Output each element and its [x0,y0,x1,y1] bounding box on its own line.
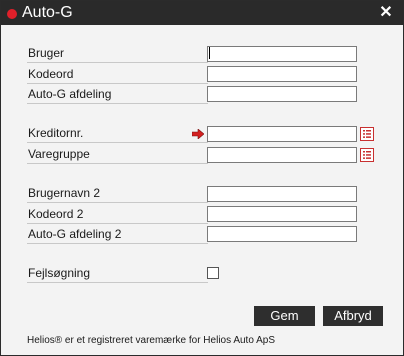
kodeord2-label: Kodeord 2 [27,206,208,224]
fejlsoegning-checkbox[interactable] [207,267,219,279]
save-button[interactable]: Gem [254,306,315,326]
varegruppe-label: Varegruppe [27,146,208,164]
brugernavn2-field[interactable] [207,186,357,202]
varegruppe-field[interactable] [207,147,357,163]
footer-trademark-text: Helios® er et registreret varemærke for … [27,335,276,346]
cancel-button[interactable]: Afbryd [323,306,383,326]
text-cursor [209,47,210,59]
afdeling-label: Auto-G afdeling [27,86,208,104]
kreditornr-lookup-icon[interactable] [360,127,374,141]
afdeling2-label: Auto-G afdeling 2 [27,226,208,244]
kodeord2-field[interactable] [207,206,357,222]
fejlsoegning-label: Fejlsøgning [27,265,208,283]
afdeling2-field[interactable] [207,226,357,242]
dialog-window: Auto-G ✕ Bruger Kodeord Auto-G afdeling … [0,0,404,356]
kreditornr-field[interactable] [207,126,357,142]
bruger-label: Bruger [27,45,208,63]
afdeling-field[interactable] [207,86,357,102]
kodeord-label: Kodeord [27,66,208,84]
kreditornr-label: Kreditornr. [27,125,208,143]
kodeord-field[interactable] [207,66,357,82]
window-title: Auto-G [22,4,73,21]
varegruppe-lookup-icon[interactable] [360,148,374,162]
titlebar: Auto-G ✕ [1,1,403,25]
close-button[interactable]: ✕ [379,3,393,23]
arrow-right-icon [192,129,204,139]
bruger-field[interactable] [207,46,357,62]
app-dot-icon [7,9,17,19]
brugernavn2-label: Brugernavn 2 [27,185,208,203]
